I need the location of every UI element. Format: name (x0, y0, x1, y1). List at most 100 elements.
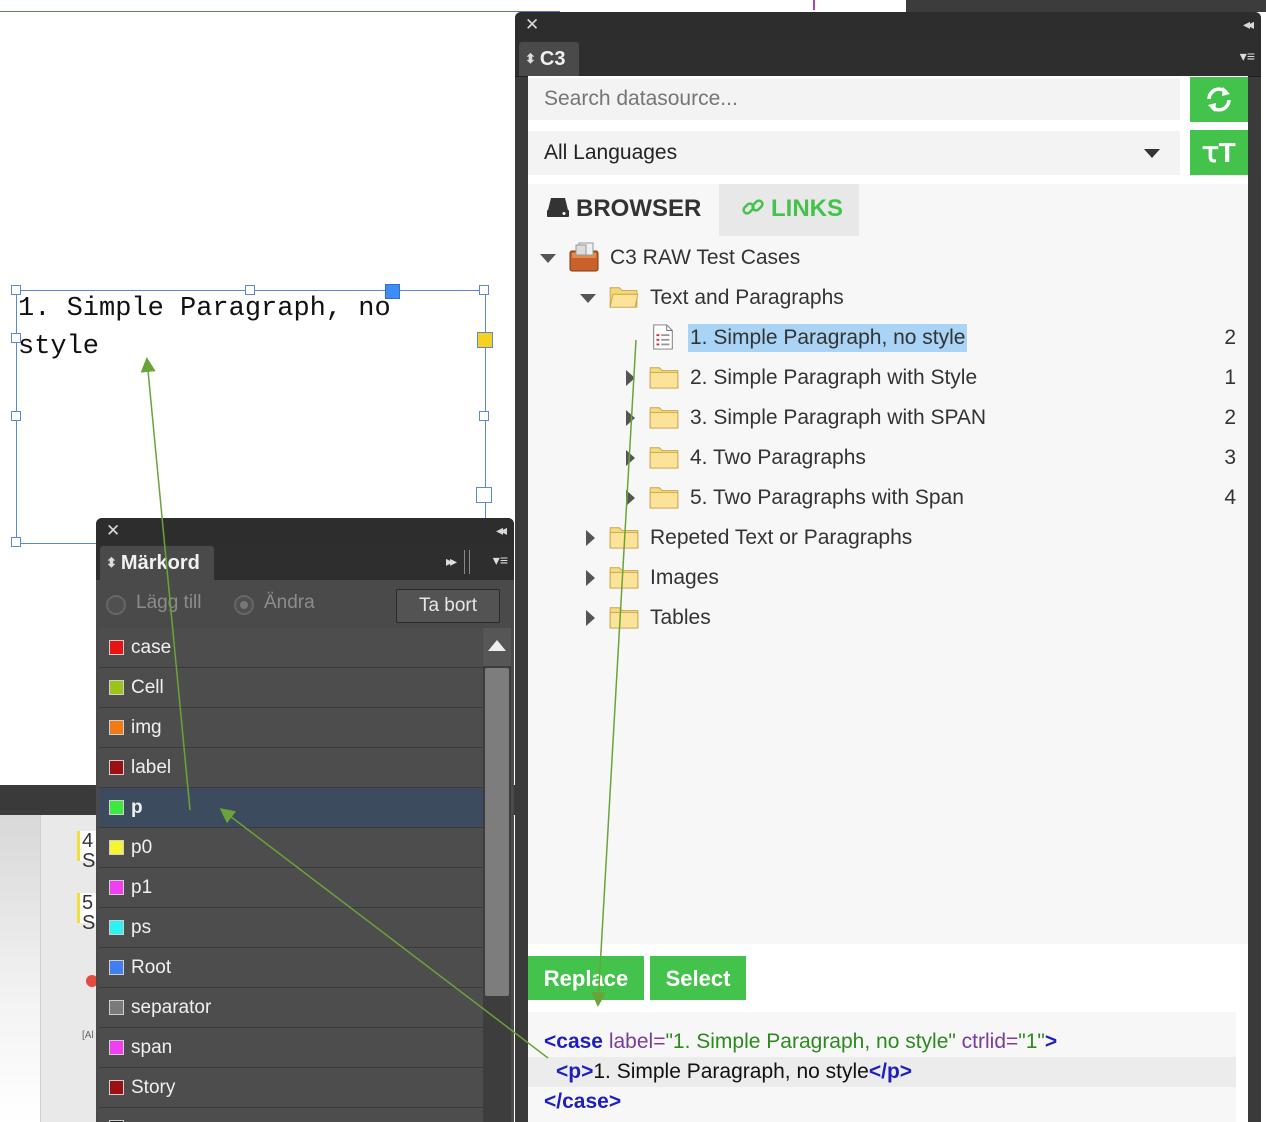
expand-arrow-icon[interactable] (626, 450, 635, 466)
frame-handle-top-right[interactable] (479, 285, 489, 295)
tag-color-swatch (109, 840, 124, 855)
tree-item-label: 4. Two Paragraphs (690, 446, 866, 469)
tree-item-images[interactable]: Images (528, 558, 1248, 598)
tag-item-img[interactable]: img (99, 708, 483, 748)
scroll-up-icon[interactable] (483, 628, 511, 666)
frame-handle-left[interactable] (11, 411, 21, 421)
tags-list: case Cell img label p p0 p1 ps Root sepa… (99, 628, 483, 1122)
document-icon (653, 324, 673, 350)
expand-arrow-icon[interactable] (586, 530, 595, 546)
replace-button[interactable]: Replace (528, 956, 644, 1000)
language-select[interactable]: All Languages (528, 131, 1180, 175)
tag-item-ps[interactable]: ps (99, 908, 483, 948)
tag-item-story[interactable]: Story (99, 1068, 483, 1108)
updown-arrows-icon: ⬍ (106, 555, 117, 570)
tag-color-swatch (109, 1000, 124, 1015)
tag-item-separator[interactable]: separator (99, 988, 483, 1028)
tree-item-two-paragraphs-with-span[interactable]: 5. Two Paragraphs with Span 4 (528, 478, 1248, 518)
tags-scrollbar[interactable] (483, 628, 511, 1122)
expand-arrow-icon[interactable] (626, 370, 635, 386)
frame-handle-right[interactable] (479, 411, 489, 421)
folder-icon (649, 367, 679, 389)
forward-icon[interactable]: ▸▸ (446, 553, 457, 570)
folder-icon (649, 487, 679, 509)
scrollbar-thumb[interactable] (485, 668, 509, 996)
select-button[interactable]: Select (650, 956, 746, 1000)
tab-browser[interactable]: BROWSER (528, 184, 719, 236)
folder-open-icon (609, 287, 639, 308)
refresh-button[interactable] (1190, 77, 1248, 122)
tags-options: Lägg till Ändra Ta bort (96, 580, 514, 626)
expand-arrow-icon[interactable] (586, 610, 595, 626)
tree-item-simple-paragraph-with-span[interactable]: 3. Simple Paragraph with SPAN 2 (528, 398, 1248, 438)
tree-item-c3-raw-test-cases[interactable]: C3 RAW Test Cases (528, 238, 1248, 278)
expand-arrow-icon[interactable] (540, 254, 556, 263)
expand-arrow-icon[interactable] (626, 410, 635, 426)
tag-item-p1[interactable]: p1 (99, 868, 483, 908)
tag-item-label[interactable]: label (99, 748, 483, 788)
frame-handle-top-left[interactable] (11, 285, 21, 295)
c3-view-tabs: BROWSER LINKS (528, 184, 1248, 236)
updown-arrows-icon: ⬍ (525, 51, 536, 66)
background-document-column: 4S 5S (40, 815, 106, 1122)
tag-item-span[interactable]: span (99, 1028, 483, 1068)
frame-handle-bottom-left[interactable] (11, 537, 21, 547)
tree-item-count: 1 (1224, 366, 1236, 389)
tag-item-case[interactable]: case (99, 628, 483, 668)
font-size-button[interactable]: ꚍT (1190, 130, 1248, 175)
drive-icon (547, 198, 569, 217)
tab-c3[interactable]: ⬍ C3 (519, 42, 580, 76)
tag-item-p[interactable]: p (99, 788, 483, 828)
tree-item-label: 3. Simple Paragraph with SPAN (690, 406, 987, 429)
radio-add[interactable] (106, 595, 126, 615)
tab-links[interactable]: LINKS (719, 184, 859, 236)
tree-item-label: Tables (650, 606, 711, 629)
divider (464, 550, 470, 574)
radio-change-label: Ändra (264, 592, 315, 613)
expand-arrow-icon[interactable] (626, 490, 635, 506)
code-line: <p>1. Simple Paragraph, no style</p> (528, 1057, 1236, 1087)
background-label: [Al (82, 1030, 94, 1041)
folder-icon (649, 447, 679, 469)
radio-change[interactable] (234, 595, 254, 615)
tree-item-tables[interactable]: Tables (528, 598, 1248, 638)
collapse-icon[interactable]: ◂◂ (496, 522, 507, 539)
c3-action-bar: Replace Select (528, 944, 1248, 1004)
tree-item-label: Images (650, 566, 719, 589)
tag-color-swatch (109, 720, 124, 735)
tree-item-simple-paragraph-with-style[interactable]: 2. Simple Paragraph with Style 1 (528, 358, 1248, 398)
radio-add-label: Lägg till (136, 592, 202, 613)
frame-handle-bottom-right[interactable] (476, 487, 492, 503)
c3-panel-body: All Languages ꚍT BROWSER LINKS (528, 76, 1248, 1122)
folder-icon (609, 527, 639, 549)
panel-menu-icon[interactable]: ▾≡ (493, 552, 508, 569)
panel-menu-icon[interactable]: ▾≡ (1240, 48, 1255, 65)
close-icon[interactable]: ✕ (525, 15, 539, 35)
expand-arrow-icon[interactable] (586, 570, 595, 586)
search-input[interactable] (528, 78, 1180, 120)
tag-item-cell[interactable]: Cell (99, 668, 483, 708)
tree-item-text-and-paragraphs[interactable]: Text and Paragraphs (528, 278, 1248, 318)
text-frame-content[interactable]: 1. Simple Paragraph, no style (18, 290, 488, 366)
folder-icon (609, 567, 639, 589)
tree-item-simple-paragraph-no-style[interactable]: 1. Simple Paragraph, no style 2 (528, 318, 1248, 358)
collapse-icon[interactable]: ◂◂ (1243, 16, 1254, 33)
expand-arrow-icon[interactable] (580, 294, 596, 303)
tag-item-p0[interactable]: p0 (99, 828, 483, 868)
in-port-icon[interactable] (385, 284, 400, 299)
tag-item-partial[interactable] (99, 1108, 483, 1122)
close-icon[interactable]: ✕ (106, 521, 120, 541)
delete-button[interactable]: Ta bort (396, 589, 500, 623)
tree-item-two-paragraphs[interactable]: 4. Two Paragraphs 3 (528, 438, 1248, 478)
folder-icon (649, 407, 679, 429)
tab-markord[interactable]: ⬍ Märkord (100, 546, 214, 580)
tree-item-repeted-text[interactable]: Repeted Text or Paragraphs (528, 518, 1248, 558)
frame-handle-left-upper[interactable] (11, 333, 21, 343)
out-port-icon[interactable] (477, 332, 493, 348)
tag-color-swatch (109, 760, 124, 775)
tag-color-swatch (109, 800, 124, 815)
tag-item-root[interactable]: Root (99, 948, 483, 988)
frame-handle-top[interactable] (245, 285, 255, 295)
tree-item-label: 5. Two Paragraphs with Span (690, 486, 964, 509)
pasteboard-strip (906, 0, 1266, 12)
